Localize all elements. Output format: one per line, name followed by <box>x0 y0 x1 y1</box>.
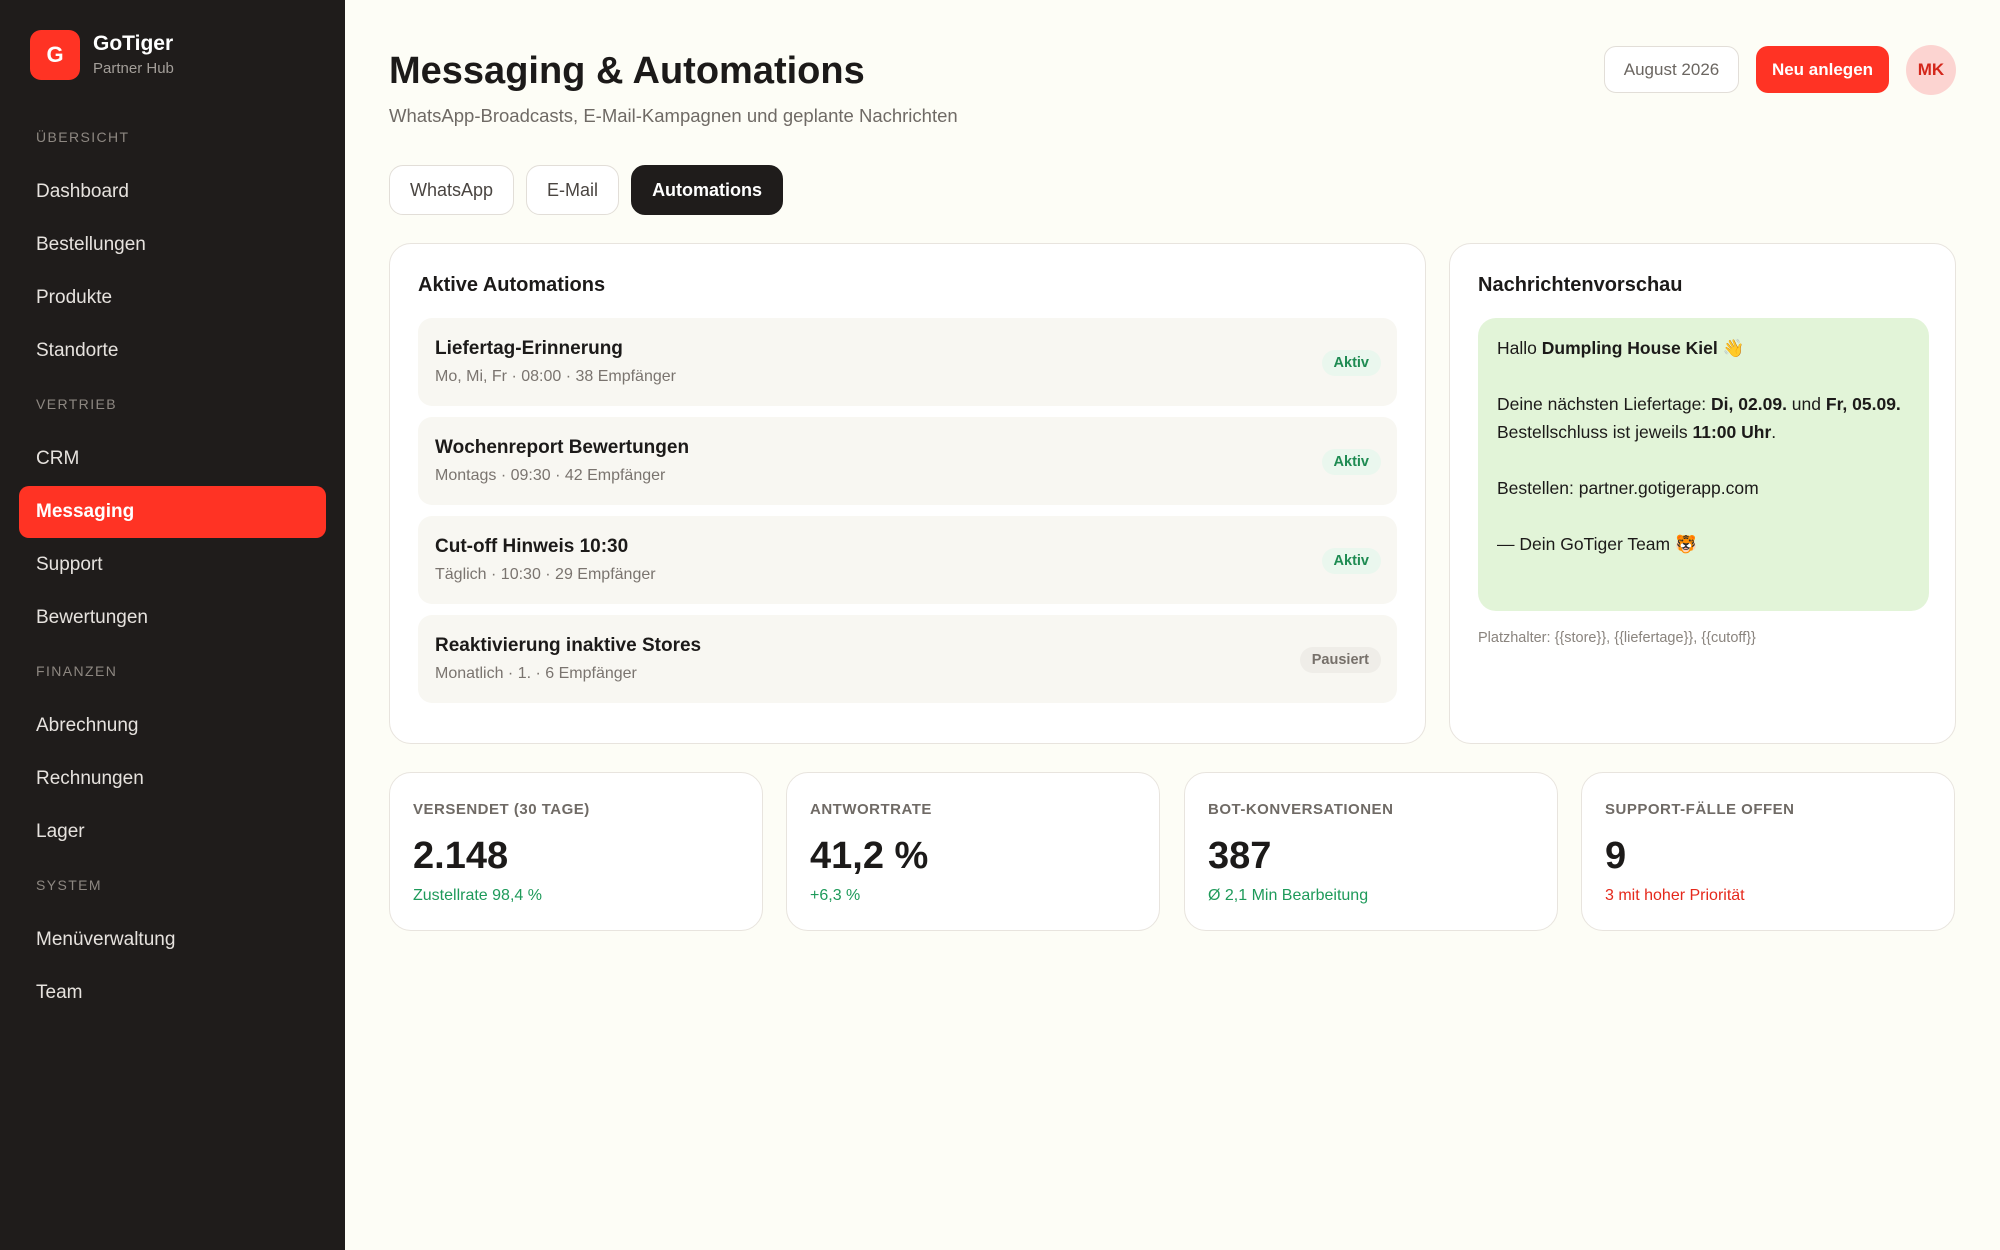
sidebar-item-menueverwaltung[interactable]: Menüverwaltung <box>19 914 326 966</box>
cutoff-line: Bestellschluss ist jeweils 11:00 Uhr. <box>1497 418 1910 446</box>
stat-value: 2.148 <box>413 835 509 877</box>
nav-section-system: SYSTEM <box>36 877 102 893</box>
status-badge: Aktiv <box>1321 350 1381 376</box>
delivery-and: und <box>1786 394 1826 414</box>
list-item[interactable]: Reaktivierung inaktive Stores Monatlich … <box>418 615 1397 703</box>
brand-name: GoTiger <box>93 32 174 55</box>
page-title: Messaging & Automations <box>389 50 865 92</box>
sidebar-item-support[interactable]: Support <box>19 539 326 591</box>
stat-card-versendet: VERSENDET (30 TAGE) 2.148 Zustellrate 98… <box>389 772 763 931</box>
store-name: Dumpling House Kiel <box>1541 338 1718 358</box>
status-badge: Pausiert <box>1299 647 1381 673</box>
tab-whatsapp[interactable]: WhatsApp <box>389 165 515 215</box>
stat-value: 387 <box>1208 835 1272 877</box>
page-subtitle: WhatsApp-Broadcasts, E-Mail-Kampagnen un… <box>389 105 958 126</box>
avatar[interactable]: MK <box>1906 45 1956 95</box>
stat-note: Ø 2,1 Min Bearbeitung <box>1208 887 1369 904</box>
wave-emoji-icon: 👋 <box>1722 338 1745 358</box>
delivery-line: Deine nächsten Liefertage: Di, 02.09. un… <box>1497 390 1910 418</box>
sidebar-item-team[interactable]: Team <box>19 967 326 1019</box>
sidebar-item-messaging[interactable]: Messaging <box>19 486 326 538</box>
stat-label: BOT-KONVERSATIONEN <box>1208 801 1394 818</box>
automations-list: Liefertag-Erinnerung Mo, Mi, Fr · 08:00 … <box>418 318 1397 714</box>
sidebar-item-bestellungen[interactable]: Bestellungen <box>19 219 326 271</box>
cutoff-suffix: . <box>1771 422 1777 442</box>
tiger-emoji-icon: 🐯 <box>1675 534 1697 554</box>
signoff-text: — Dein GoTiger Team <box>1497 534 1671 554</box>
automations-card: Aktive Automations Liefertag-Erinnerung … <box>389 243 1426 744</box>
automation-name: Liefertag-Erinnerung <box>435 338 623 359</box>
month-picker-button[interactable]: August 2026 <box>1604 46 1739 93</box>
sidebar-item-bewertungen[interactable]: Bewertungen <box>19 592 326 644</box>
stat-value: 41,2 % <box>810 835 929 877</box>
stat-card-antwortrate: ANTWORTRATE 41,2 % +6,3 % <box>786 772 1160 931</box>
brand-subtitle: Partner Hub <box>93 60 174 77</box>
sidebar-item-produkte[interactable]: Produkte <box>19 272 326 324</box>
delivery-date-2: Fr, 05.09. <box>1825 394 1901 414</box>
automation-meta: Täglich · 10:30 · 29 Empfänger <box>435 566 656 583</box>
stat-label: VERSENDET (30 TAGE) <box>413 801 590 818</box>
delivery-date-1: Di, 02.09. <box>1711 394 1787 414</box>
nav-section-uebersicht: ÜBERSICHT <box>36 129 130 145</box>
list-item[interactable]: Liefertag-Erinnerung Mo, Mi, Fr · 08:00 … <box>418 318 1397 406</box>
automation-meta: Montags · 09:30 · 42 Empfänger <box>435 467 666 484</box>
greeting-line: Hallo Dumpling House Kiel 👋 <box>1497 334 1910 362</box>
sidebar-item-standorte[interactable]: Standorte <box>19 325 326 377</box>
sidebar-item-crm[interactable]: CRM <box>19 433 326 485</box>
automation-name: Cut-off Hinweis 10:30 <box>435 536 629 557</box>
automation-name: Wochenreport Bewertungen <box>435 437 690 458</box>
brand-logo: G <box>30 30 80 80</box>
placeholder-note: Platzhalter: {{store}}, {{liefertage}}, … <box>1478 630 1756 646</box>
message-bubble: Hallo Dumpling House Kiel 👋 Deine nächst… <box>1478 318 1929 611</box>
stat-note: 3 mit hoher Priorität <box>1605 887 1745 904</box>
stat-value: 9 <box>1605 835 1627 877</box>
stat-note: +6,3 % <box>810 887 861 904</box>
stat-card-support-faelle: SUPPORT-FÄLLE OFFEN 9 3 mit hoher Priori… <box>1581 772 1955 931</box>
sidebar: G GoTiger Partner Hub ÜBERSICHT Dashboar… <box>0 0 345 1250</box>
sidebar-item-abrechnung[interactable]: Abrechnung <box>19 700 326 752</box>
sidebar-nav: ÜBERSICHT Dashboard Bestellungen Produkt… <box>19 118 326 1020</box>
delivery-prefix: Deine nächsten Liefertage: <box>1497 394 1712 414</box>
status-badge: Aktiv <box>1321 449 1381 475</box>
stat-label: ANTWORTRATE <box>810 801 932 818</box>
tab-email[interactable]: E-Mail <box>526 165 620 215</box>
list-item[interactable]: Wochenreport Bewertungen Montags · 09:30… <box>418 417 1397 505</box>
cutoff-time: 11:00 Uhr <box>1692 422 1772 442</box>
new-button[interactable]: Neu anlegen <box>1756 46 1889 93</box>
preview-title: Nachrichtenvorschau <box>1478 274 1683 296</box>
automation-name: Reaktivierung inaktive Stores <box>435 635 702 656</box>
nav-section-finanzen: FINANZEN <box>36 663 118 679</box>
stat-card-bot-konversationen: BOT-KONVERSATIONEN 387 Ø 2,1 Min Bearbei… <box>1184 772 1558 931</box>
message-preview-card: Nachrichtenvorschau Hallo Dumpling House… <box>1449 243 1956 744</box>
automation-meta: Monatlich · 1. · 6 Empfänger <box>435 665 637 682</box>
tab-automations[interactable]: Automations <box>631 165 784 215</box>
automations-title: Aktive Automations <box>418 274 606 296</box>
channel-tabs: WhatsApp E-Mail Automations <box>389 165 795 215</box>
sidebar-item-dashboard[interactable]: Dashboard <box>19 166 326 218</box>
order-line: Bestellen: partner.gotigerapp.com <box>1497 478 1759 498</box>
stat-label: SUPPORT-FÄLLE OFFEN <box>1605 801 1795 818</box>
signoff-line: — Dein GoTiger Team 🐯 <box>1497 530 1910 558</box>
sidebar-item-lager[interactable]: Lager <box>19 806 326 858</box>
sidebar-item-rechnungen[interactable]: Rechnungen <box>19 753 326 805</box>
stat-note: Zustellrate 98,4 % <box>413 887 542 904</box>
greeting-prefix: Hallo <box>1497 338 1542 358</box>
nav-section-vertrieb: VERTRIEB <box>36 396 117 412</box>
status-badge: Aktiv <box>1321 548 1381 574</box>
list-item[interactable]: Cut-off Hinweis 10:30 Täglich · 10:30 · … <box>418 516 1397 604</box>
brand[interactable]: G GoTiger Partner Hub <box>30 30 174 80</box>
cutoff-prefix: Bestellschluss ist jeweils <box>1497 422 1693 442</box>
automation-meta: Mo, Mi, Fr · 08:00 · 38 Empfänger <box>435 368 676 385</box>
